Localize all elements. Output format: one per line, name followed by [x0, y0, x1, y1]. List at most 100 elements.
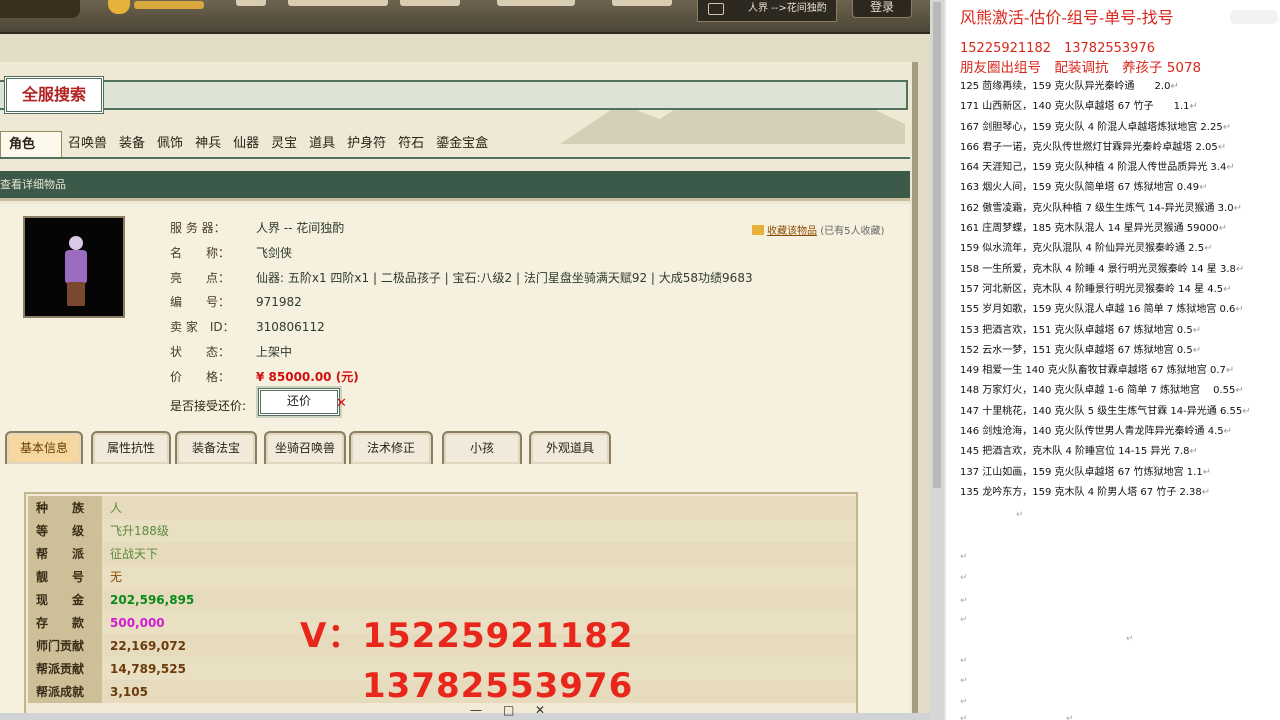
doc-line-text: 145 把酒言欢，克木队 4 阶睡宫位 14-15 异光 7.8	[960, 446, 1190, 458]
doc-line: 145 把酒言欢，克木队 4 阶睡宫位 14-15 异光 7.8↵	[960, 442, 1278, 462]
info-key: 状 态：	[170, 344, 231, 359]
tab-info-5[interactable]: 小孩	[442, 431, 522, 464]
doc-line-text: 164 天涯知己，159 克火队种植 4 阶混人传世品质异光 3.4	[960, 162, 1227, 174]
search-title: 全服搜索	[4, 76, 104, 114]
nav-item-home[interactable]	[236, 0, 266, 6]
attr-value: 飞升188级	[102, 519, 856, 542]
doc-line: 164 天涯知己，159 克火队种植 4 阶混人传世品质异光 3.4↵	[960, 158, 1278, 178]
return-mark-icon: ↵	[960, 573, 968, 583]
tab-category-9[interactable]: 符石	[392, 131, 430, 157]
return-mark-icon: ↵	[1201, 486, 1211, 498]
item-info-list: 服 务 器： 人界 -- 花间独酌名 称： 飞剑侠亮 点： 仙器: 五阶x1 四阶x1…	[170, 216, 753, 390]
return-mark-icon: ↵	[1222, 121, 1232, 133]
doc-line: 147 十里桃花，140 克火队 5 级生生炼气甘霖 14-异光通 6.55↵	[960, 402, 1278, 422]
nav-item-guide[interactable]	[400, 0, 460, 6]
maximize-button[interactable]: □	[503, 703, 514, 717]
tab-info-2[interactable]: 装备法宝	[175, 431, 257, 464]
counter-offer-button[interactable]: 还价	[258, 388, 340, 416]
return-mark-icon: ↵	[1192, 324, 1202, 336]
doc-line: 159 似水流年，克火队混队 4 阶仙异光灵猴秦岭通 2.5↵	[960, 239, 1278, 259]
doc-line-text: 167 剑胆琴心，159 克火队 4 阶混人卓越塔炼狱地宫 2.25	[960, 121, 1223, 133]
collect-count: (已有5人收藏)	[820, 226, 885, 237]
tab-info-3[interactable]: 坐骑召唤兽	[264, 431, 346, 464]
tab-category-4[interactable]: 神兵	[189, 131, 227, 157]
tab-info-4[interactable]: 法术修正	[349, 431, 433, 464]
doc-line-text: 148 万家灯火，140 克火队卓越 1-6 简单 7 炼狱地宫 0.55	[960, 385, 1236, 397]
search-bar[interactable]	[0, 80, 908, 110]
tab-category-1[interactable]: 召唤兽	[62, 131, 113, 157]
attr-key: 帮 派	[28, 542, 102, 565]
info-value: 飞剑侠	[256, 245, 293, 260]
info-key: 编 号：	[170, 295, 231, 310]
doc-lines: 125 茴缘再续，159 克火队异光秦岭通 2.0↵ 171 山西新区，140 克…	[960, 77, 1278, 503]
doc-line-text: 149 相爱一生 140 克火队畜牧甘霖卓越塔 67 炼狱地宫 0.7	[960, 365, 1226, 377]
doc-phones: 15225921182 13782553976	[960, 41, 1155, 56]
close-icon: ✕	[336, 396, 347, 411]
info-row: 亮 点： 仙器: 五阶x1 四阶x1 | 二极品孩子 | 宝石:八级2 | 法门星…	[170, 266, 753, 291]
character-avatar	[23, 216, 125, 318]
table-row: 靓 号无	[28, 565, 856, 588]
return-mark-icon: ↵	[1226, 162, 1235, 174]
tab-category-8[interactable]: 护身符	[341, 131, 392, 157]
tab-category-5[interactable]: 仙器	[227, 131, 265, 157]
site-header: 人界 -->花间独酌 登录	[0, 0, 930, 34]
collect-link[interactable]: 收藏该物品	[767, 226, 817, 237]
return-mark-icon: ↵	[1223, 426, 1233, 438]
doc-line: 125 茴缘再续，159 克火队异光秦岭通 2.0↵	[960, 77, 1278, 97]
return-mark-icon: ↵	[1199, 182, 1208, 194]
doc-line: 171 山西新区，140 克火队卓越塔 67 竹子 1.1↵	[960, 97, 1278, 117]
contact-overlay-line1: V：15225921182	[300, 616, 634, 656]
tab-info-0[interactable]: 基本信息	[5, 431, 83, 464]
section-header-label: 查看详细物品	[0, 178, 66, 191]
attr-key: 存 款	[28, 611, 102, 634]
return-mark-icon: ↵	[960, 656, 968, 666]
attr-key: 师门贡献	[28, 634, 102, 657]
close-window-button[interactable]: ✕	[535, 703, 545, 717]
category-tabs: 角色 召唤兽 装备 佩饰 神兵 仙器 灵宝 道具 护身符 符石 鎏金宝盒	[0, 130, 494, 158]
doc-line: 157 河北新区，克木队 4 阶睡景行明光灵猴秦岭 14 星 4.5↵	[960, 280, 1278, 300]
minimize-button[interactable]: —	[470, 703, 482, 717]
camera-icon	[708, 3, 724, 15]
tab-category-3[interactable]: 佩饰	[151, 131, 189, 157]
attr-value: 人	[102, 496, 856, 519]
info-value: ¥ 85000.00 (元)	[256, 369, 359, 384]
tab-category-6[interactable]: 灵宝	[265, 131, 303, 157]
return-mark-icon: ↵	[1126, 634, 1134, 644]
tab-category-0[interactable]: 角色	[0, 131, 63, 157]
tab-category-2[interactable]: 装备	[113, 131, 151, 157]
info-value: 310806112	[256, 320, 325, 335]
cangbaoge-logo[interactable]	[108, 0, 213, 20]
collect-area: 收藏该物品 (已有5人收藏)	[752, 222, 884, 237]
tab-info-1[interactable]: 属性抗性	[91, 431, 171, 464]
doc-line: 135 龙吟东方，159 克木队 4 阶男人塔 67 竹子 2.38↵	[960, 483, 1278, 503]
game-logo[interactable]	[0, 0, 80, 18]
doc-title: 风熊激活-估价-组号-单号-找号	[960, 8, 1174, 27]
return-mark-icon: ↵	[1225, 365, 1235, 377]
return-mark-icon: ↵	[1235, 385, 1244, 397]
table-row: 等 级飞升188级	[28, 519, 856, 542]
nav-item-mobile[interactable]	[288, 0, 388, 6]
tab-category-10[interactable]: 鎏金宝盒	[430, 131, 494, 157]
scrollbar-thumb[interactable]	[933, 2, 941, 488]
server-label: 人界 -->花间独酌	[748, 3, 827, 14]
return-mark-icon: ↵	[1192, 344, 1202, 356]
server-selector[interactable]: 人界 -->花间独酌	[697, 0, 837, 22]
nav-item-favorites[interactable]	[612, 0, 672, 6]
doc-line-text: 171 山西新区，140 克火队卓越塔 67 竹子 1.1	[960, 101, 1190, 113]
doc-line-text: 162 傲雪凌霜，克火队种植 7 级生生炼气 14-异光灵猴通 3.0	[960, 202, 1234, 214]
tab-info-6[interactable]: 外观道具	[529, 431, 611, 464]
tab-category-7[interactable]: 道具	[303, 131, 341, 157]
info-row: 编 号： 971982	[170, 290, 753, 315]
return-mark-icon: ↵	[1204, 243, 1213, 255]
doc-line-text: 125 茴缘再续，159 克火队异光秦岭通 2.0	[960, 81, 1171, 92]
doc-line: 162 傲雪凌霜，克火队种植 7 级生生炼气 14-异光灵猴通 3.0↵	[960, 199, 1278, 219]
table-row: 帮 派征战天下	[28, 542, 856, 565]
attr-key: 等 级	[28, 519, 102, 542]
page-scrollbar[interactable]	[930, 0, 944, 720]
cursor-overlay	[1230, 10, 1278, 24]
nav-item-sell[interactable]	[497, 0, 575, 6]
login-button[interactable]: 登录	[852, 0, 912, 18]
return-mark-icon: ↵	[1235, 304, 1244, 316]
return-mark-icon: ↵	[960, 615, 968, 625]
return-mark-icon: ↵	[1235, 263, 1245, 275]
